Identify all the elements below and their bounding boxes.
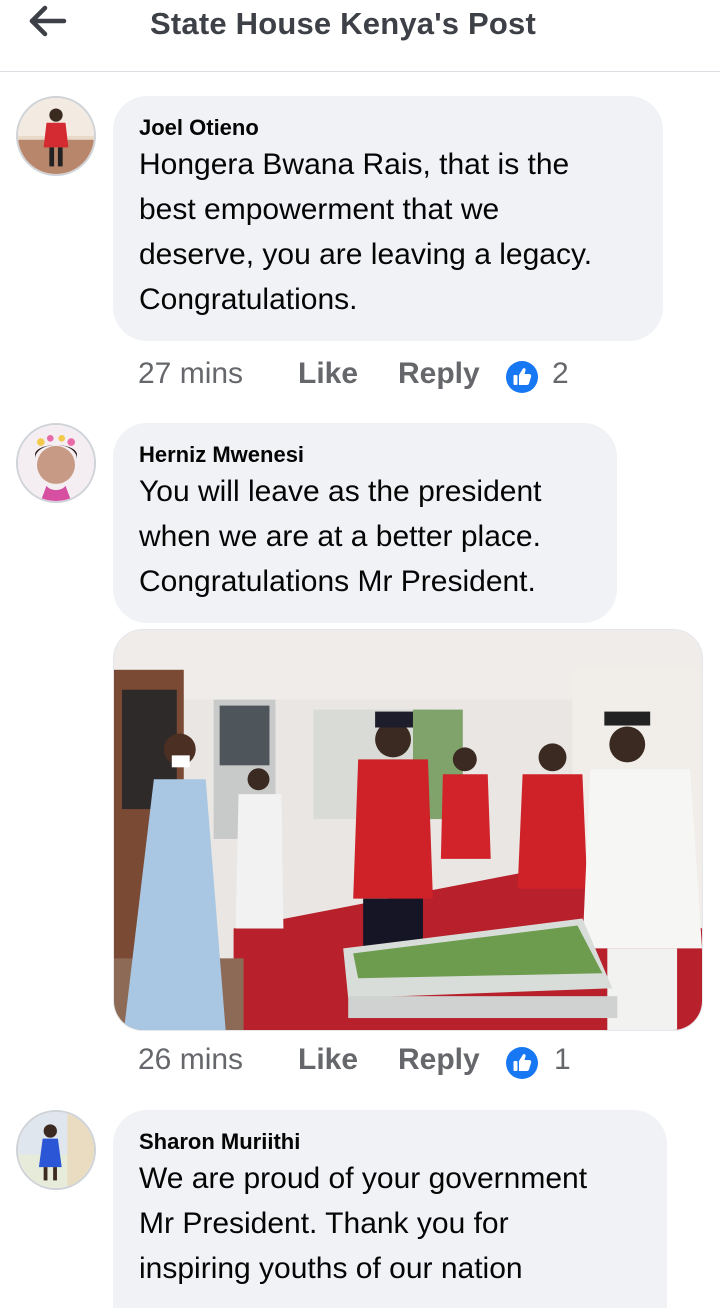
avatar[interactable] — [16, 423, 96, 503]
like-reaction-icon[interactable] — [506, 361, 538, 393]
comment-text: Hongera Bwana Rais, that is the best emp… — [139, 148, 593, 316]
comment-actions: 26 mins Like Reply 1 — [138, 1043, 618, 1083]
comment-text: We are proud of your government Mr Presi… — [139, 1162, 588, 1285]
comment-timestamp[interactable]: 26 mins — [138, 1043, 243, 1077]
avatar[interactable] — [16, 1110, 96, 1190]
back-arrow-icon[interactable] — [28, 4, 68, 38]
comment-actions: 27 mins Like Reply 2 — [138, 357, 618, 397]
like-button[interactable]: Like — [298, 1043, 358, 1077]
reaction-count[interactable]: 1 — [554, 1043, 571, 1077]
comment-bubble: Sharon Muriithi We are proud of your gov… — [113, 1110, 667, 1308]
page-title: State House Kenya's Post — [150, 6, 537, 41]
comment-author[interactable]: Joel Otieno — [139, 114, 637, 142]
comment-timestamp[interactable]: 27 mins — [138, 357, 243, 391]
comment-bubble: Herniz Mwenesi You will leave as the pre… — [113, 423, 617, 623]
top-bar: State House Kenya's Post — [0, 0, 720, 72]
reaction-count[interactable]: 2 — [552, 357, 569, 391]
reply-button[interactable]: Reply — [398, 1043, 480, 1077]
comment-author[interactable]: Sharon Muriithi — [139, 1128, 641, 1156]
comment-author[interactable]: Herniz Mwenesi — [139, 441, 591, 469]
like-button[interactable]: Like — [298, 357, 358, 391]
comment-text: You will leave as the president when we … — [139, 475, 542, 598]
comment-bubble: Joel Otieno Hongera Bwana Rais, that is … — [113, 96, 663, 341]
avatar[interactable] — [16, 96, 96, 176]
reply-button[interactable]: Reply — [398, 357, 480, 391]
like-reaction-icon[interactable] — [506, 1047, 538, 1079]
comment-photo[interactable] — [113, 629, 703, 1031]
